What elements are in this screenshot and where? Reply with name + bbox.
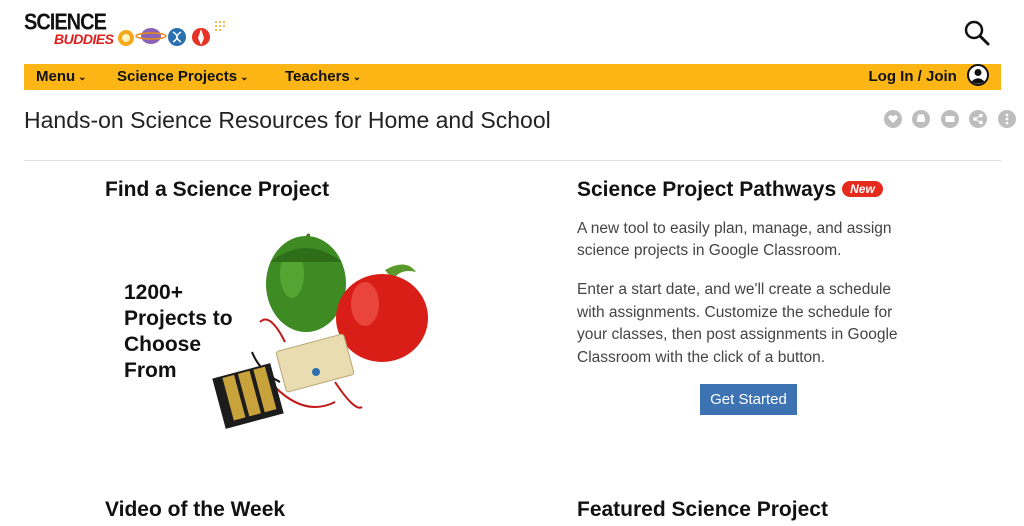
nav-menu-label: Menu: [36, 68, 76, 85]
hero-image-text: 1200+ Projects to Choose From: [124, 281, 233, 382]
page-title: Hands-on Science Resources for Home and …: [24, 107, 551, 133]
share-toolbar: [884, 110, 1022, 128]
pathways-description: A new tool to easily plan, manage, and a…: [577, 220, 892, 259]
email-icon[interactable]: [940, 110, 959, 128]
logo-science-icons: [118, 21, 225, 46]
logo-wordmark: SCIENCE BUDDIES: [24, 9, 114, 48]
nav-science-projects[interactable]: Science Projects ⌄: [117, 64, 248, 90]
video-of-week-title[interactable]: Video of the Week: [105, 498, 285, 522]
site-logo[interactable]: SCIENCE BUDDIES: [24, 8, 234, 56]
nav-science-projects-label: Science Projects: [117, 68, 238, 85]
main-nav: Menu ⌄ Science Projects ⌄ Teachers ⌄ Log In…: [24, 64, 1001, 90]
pathways-title: Science Project Pathways New: [577, 178, 883, 202]
find-project-title[interactable]: Find a Science Project: [105, 178, 329, 202]
more-icon[interactable]: [997, 110, 1016, 128]
find-project-image[interactable]: 1200+ Projects to Choose From: [110, 222, 440, 444]
get-started-button[interactable]: Get Started: [700, 384, 797, 415]
search-button[interactable]: [962, 18, 992, 48]
chevron-down-icon: ⌄: [240, 72, 249, 83]
chevron-down-icon: ⌄: [78, 72, 87, 83]
nav-teachers[interactable]: Teachers ⌄: [285, 64, 361, 90]
print-icon[interactable]: [912, 110, 931, 128]
login-join-link[interactable]: Log In / Join: [868, 64, 989, 90]
chevron-down-icon: ⌄: [352, 72, 362, 83]
pathways-title-text[interactable]: Science Project Pathways: [577, 178, 836, 201]
nav-teachers-label: Teachers: [285, 68, 350, 85]
logo-line1: SCIENCE: [24, 9, 107, 35]
login-label: Log In / Join: [868, 68, 957, 85]
share-icon[interactable]: [969, 110, 988, 128]
pathways-details: Enter a start date, and we'll create a s…: [577, 281, 898, 366]
heart-icon[interactable]: [884, 110, 902, 128]
user-icon: [967, 64, 989, 86]
search-icon: [964, 20, 990, 46]
nav-menu[interactable]: Menu ⌄: [36, 64, 87, 90]
new-badge: New: [842, 181, 883, 197]
divider: [24, 160, 1001, 161]
featured-project-title[interactable]: Featured Science Project: [577, 498, 828, 522]
